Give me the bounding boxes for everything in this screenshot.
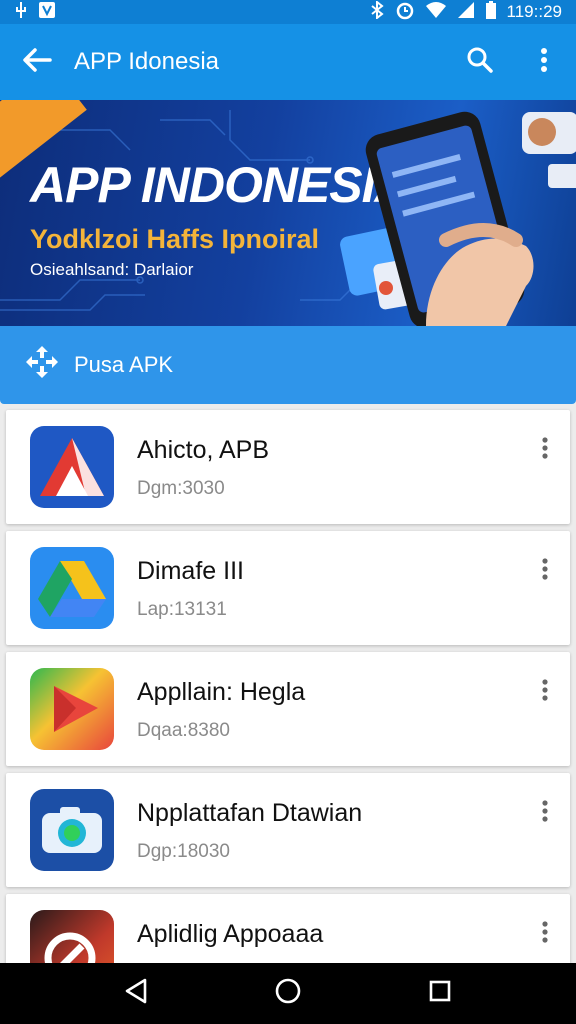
app-icon [30,789,114,871]
app-detail: Dgp:18030 [137,841,230,862]
recents-square-icon [428,979,452,1008]
promo-banner[interactable]: APP INDONESIA Yodklzoi Haffs Ipnoiral Os… [0,100,576,326]
back-button[interactable] [0,24,74,100]
list-item[interactable]: Dimafe III Lap:13131 [6,531,570,645]
nav-recents-button[interactable] [410,969,470,1019]
battery-icon [485,0,497,25]
list-item[interactable]: Npplattafan Dtawian Dgp:18030 [6,773,570,887]
more-vert-icon [540,47,548,78]
nav-back-button[interactable] [106,969,166,1019]
item-menu-button[interactable] [530,434,560,466]
overflow-menu-button[interactable] [512,24,576,100]
more-vert-icon [542,678,548,706]
signal-icon [457,1,475,24]
status-time: 119::29 [506,2,562,21]
app-name: Appllain: Hegla [137,678,306,706]
home-circle-icon [274,977,302,1010]
item-menu-button[interactable] [530,555,560,587]
wifi-icon [425,1,447,24]
item-menu-button[interactable] [530,797,560,829]
notification-icon [38,1,56,24]
back-arrow-icon [22,47,52,78]
search-button[interactable] [448,24,512,100]
more-vert-icon [542,436,548,464]
pusa-logo-icon [24,344,60,386]
list-item[interactable]: Appllain: Hegla Dqaa:8380 [6,652,570,766]
app-name: Npplattafan Dtawian [137,799,363,827]
bluetooth-icon [369,0,385,24]
item-menu-button[interactable] [530,918,560,950]
app-icon [30,668,114,750]
section-header[interactable]: Pusa APK [0,326,576,404]
search-icon [466,46,494,79]
more-vert-icon [542,799,548,827]
status-bar: 119::29 [0,0,576,24]
more-vert-icon [542,557,548,585]
back-triangle-icon [123,977,149,1010]
app-icon [30,547,114,629]
page-title: APP Idonesia [74,48,219,75]
app-name: Aplidlig Appoaaa [137,920,324,948]
alarm-icon [395,0,415,25]
section-label: Pusa APK [74,352,174,377]
app-detail: Dgm:3030 [137,478,225,499]
app-bar: APP Idonesia [0,24,576,100]
app-detail: Dqaa:8380 [137,720,230,741]
app-icon [30,426,114,508]
banner-subtitle: Yodklzoi Haffs Ipnoiral [30,224,320,254]
app-name: Dimafe III [137,557,244,585]
usb-icon [14,1,28,24]
item-menu-button[interactable] [530,676,560,708]
system-nav-bar [0,963,576,1024]
app-name: Ahicto, APB [137,436,270,464]
app-list: Ahicto, APB Dgm:3030 Dimafe III Lap:1313… [6,410,570,1015]
nav-home-button[interactable] [258,969,318,1019]
list-item[interactable]: Ahicto, APB Dgm:3030 [6,410,570,524]
app-detail: Lap:13131 [137,599,227,620]
banner-tagline: Osieahlsand: Darlaior [30,260,194,279]
more-vert-icon [542,920,548,948]
phone-illustration [340,111,576,326]
